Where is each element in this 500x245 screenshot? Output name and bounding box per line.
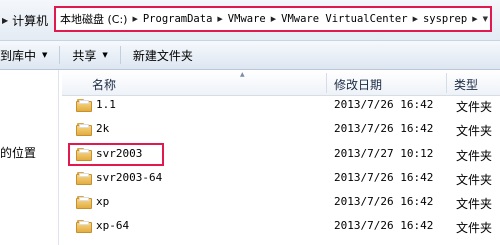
share-label: 共享	[72, 48, 97, 63]
file-row[interactable]: xp-64 2013/7/26 16:42 文件夹	[62, 216, 500, 238]
crumb-computer[interactable]: 计算机	[12, 12, 48, 29]
address-bar-area: ▶ 计算机 本地磁盘 (C:) ▶ ProgramData ▶ VMware ▶…	[0, 0, 500, 40]
file-date: 2013/7/26 16:42	[334, 98, 434, 111]
file-type: 文件夹	[456, 221, 493, 235]
address-path-box[interactable]: 本地磁盘 (C:) ▶ ProgramData ▶ VMware ▶ VMwar…	[54, 6, 492, 32]
chevron-right-icon[interactable]: ▶	[217, 15, 222, 23]
file-name: 1.1	[96, 98, 116, 111]
new-folder-label: 新建文件夹	[132, 48, 193, 63]
file-row[interactable]: svr2003-64 2013/7/26 16:42 文件夹	[62, 168, 500, 190]
file-name: svr2003-64	[96, 171, 163, 184]
chevron-right-icon[interactable]: ▶	[2, 16, 8, 25]
chevron-right-icon[interactable]: ▶	[413, 15, 418, 23]
crumb-local-disk[interactable]: 本地磁盘 (C:)	[60, 11, 127, 27]
chevron-down-icon: ▼	[102, 51, 108, 59]
nav-item-recent-places[interactable]: 的位置	[0, 144, 36, 161]
share-button[interactable]: 共享 ▼	[72, 47, 107, 64]
column-header-date[interactable]: 修改日期	[334, 76, 382, 93]
command-toolbar: 到库中 ▼ 共享 ▼ 新建文件夹	[0, 40, 500, 70]
chevron-right-icon[interactable]: ▶	[132, 15, 137, 23]
file-name: svr2003	[96, 147, 143, 160]
crumb-sysprep[interactable]: sysprep	[423, 13, 467, 25]
folder-icon	[76, 220, 92, 233]
crumb-vmware[interactable]: VMware	[228, 13, 266, 25]
toolbar-divider	[59, 46, 61, 64]
address-left: ▶ 计算机	[0, 10, 48, 30]
column-header-row: ▲ 名称 修改日期 类型	[62, 71, 500, 96]
folder-icon	[76, 196, 92, 209]
file-name: 2k	[96, 122, 110, 135]
file-name: xp-64	[96, 219, 130, 232]
file-row[interactable]: xp 2013/7/26 16:42 文件夹	[62, 192, 500, 214]
file-date: 2013/7/26 16:42	[334, 122, 434, 135]
file-type: 文件夹	[456, 173, 493, 187]
file-type: 文件夹	[456, 149, 493, 163]
column-divider[interactable]	[326, 73, 327, 93]
navigation-pane: 的位置	[0, 70, 59, 245]
folder-icon	[76, 172, 92, 185]
file-date: 2013/7/26 16:42	[334, 219, 434, 232]
chevron-down-icon: ▼	[42, 51, 48, 59]
chevron-right-icon[interactable]: ▶	[472, 15, 477, 23]
folder-icon	[76, 148, 92, 161]
file-row-selected[interactable]: svr2003 2013/7/27 10:12 文件夹	[62, 143, 500, 166]
file-date: 2013/7/27 10:12	[334, 147, 434, 160]
include-in-library-button[interactable]: 到库中 ▼	[0, 47, 47, 64]
chevron-down-icon[interactable]: ▼	[483, 15, 488, 23]
folder-icon	[76, 123, 92, 136]
file-date: 2013/7/26 16:42	[334, 195, 434, 208]
sort-ascending-icon: ▲	[240, 71, 245, 78]
crumb-vmware-virtualcenter[interactable]: VMware VirtualCenter	[281, 13, 407, 25]
file-name: xp	[96, 195, 110, 208]
column-header-name[interactable]: 名称	[92, 76, 116, 93]
file-type: 文件夹	[456, 100, 493, 114]
toolbar-divider	[119, 46, 121, 64]
column-divider[interactable]	[446, 73, 447, 93]
file-date: 2013/7/26 16:42	[334, 171, 434, 184]
include-in-library-label: 到库中	[0, 48, 37, 63]
file-row[interactable]: 2k 2013/7/26 16:42 文件夹	[62, 119, 500, 141]
folder-icon	[76, 99, 92, 112]
chevron-right-icon[interactable]: ▶	[271, 15, 276, 23]
file-row[interactable]: 1.1 2013/7/26 16:42 文件夹	[62, 95, 500, 117]
new-folder-button[interactable]: 新建文件夹	[133, 47, 193, 64]
file-type: 文件夹	[456, 197, 493, 211]
crumb-programdata[interactable]: ProgramData	[143, 13, 213, 25]
file-type: 文件夹	[456, 124, 493, 138]
column-header-type[interactable]: 类型	[454, 76, 478, 93]
